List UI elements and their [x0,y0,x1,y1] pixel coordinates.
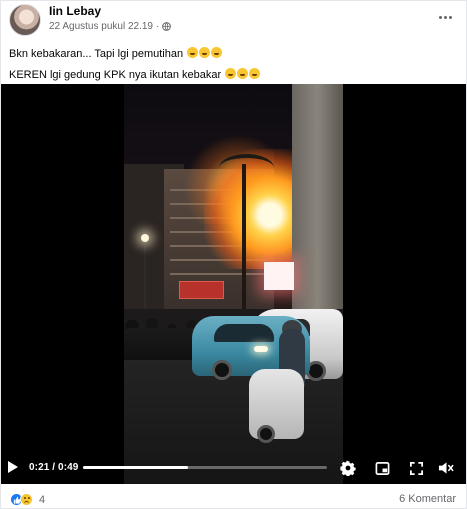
caption-line-1: Bkn kebakaran... Tapi lgi pemutihan [9,44,461,65]
author-name[interactable]: Iin Lebay [49,4,101,18]
overpass-pillar [292,84,343,314]
video-time: 0:21 / 0:49 [29,462,79,473]
progress-fill [83,466,188,469]
grinning-emoji-icon [237,68,249,79]
avatar[interactable] [9,4,41,36]
caption-text-2: KEREN lgi gedung KPK nya ikutan kebakar [9,69,222,81]
reaction-count: 4 [39,493,46,506]
more-options-icon[interactable] [435,10,455,24]
palm-tree [242,164,246,314]
volume-icon[interactable] [437,459,455,477]
caption-text-1: Bkn kebakaran... Tapi lgi pemutihan [9,48,184,60]
play-icon[interactable] [8,461,18,473]
scooter [249,369,304,443]
fullscreen-icon[interactable] [407,459,425,477]
picture-in-picture-icon[interactable] [373,459,391,477]
lit-signboard [264,262,294,290]
grinning-emoji-icon [249,68,261,79]
street-light [141,234,149,242]
post-meta: 22 Agustus pukul 22.19 · [49,21,172,32]
settings-icon[interactable] [339,459,357,477]
laughing-emoji-icon [199,47,211,58]
post-caption: Bkn kebakaran... Tapi lgi pemutihan KERE… [9,44,461,86]
progress-bar[interactable] [83,466,327,469]
laughing-emoji-icon [211,47,223,58]
post-timestamp[interactable]: 22 Agustus pukul 22.19 [49,21,153,32]
video-player[interactable]: 0:21 / 0:49 [1,84,466,484]
laughing-emoji-icon [187,47,199,58]
video-controls: 0:21 / 0:49 [1,455,466,484]
reactions-summary[interactable]: 4 [10,493,45,506]
meta-separator: · [155,21,160,32]
sad-icon [20,493,33,506]
comments-link[interactable]: 6 Komentar [399,493,456,505]
caption-line-2: KEREN lgi gedung KPK nya ikutan kebakar [9,65,461,86]
red-sign [179,281,224,299]
post-header: Iin Lebay 22 Agustus pukul 22.19 · [9,4,461,36]
grinning-emoji-icon [225,68,237,79]
facebook-post: Iin Lebay 22 Agustus pukul 22.19 · Bkn k… [0,0,467,509]
globe-icon[interactable] [162,22,172,31]
video-frame[interactable] [124,84,343,484]
post-footer: 4 6 Komentar [1,485,466,509]
